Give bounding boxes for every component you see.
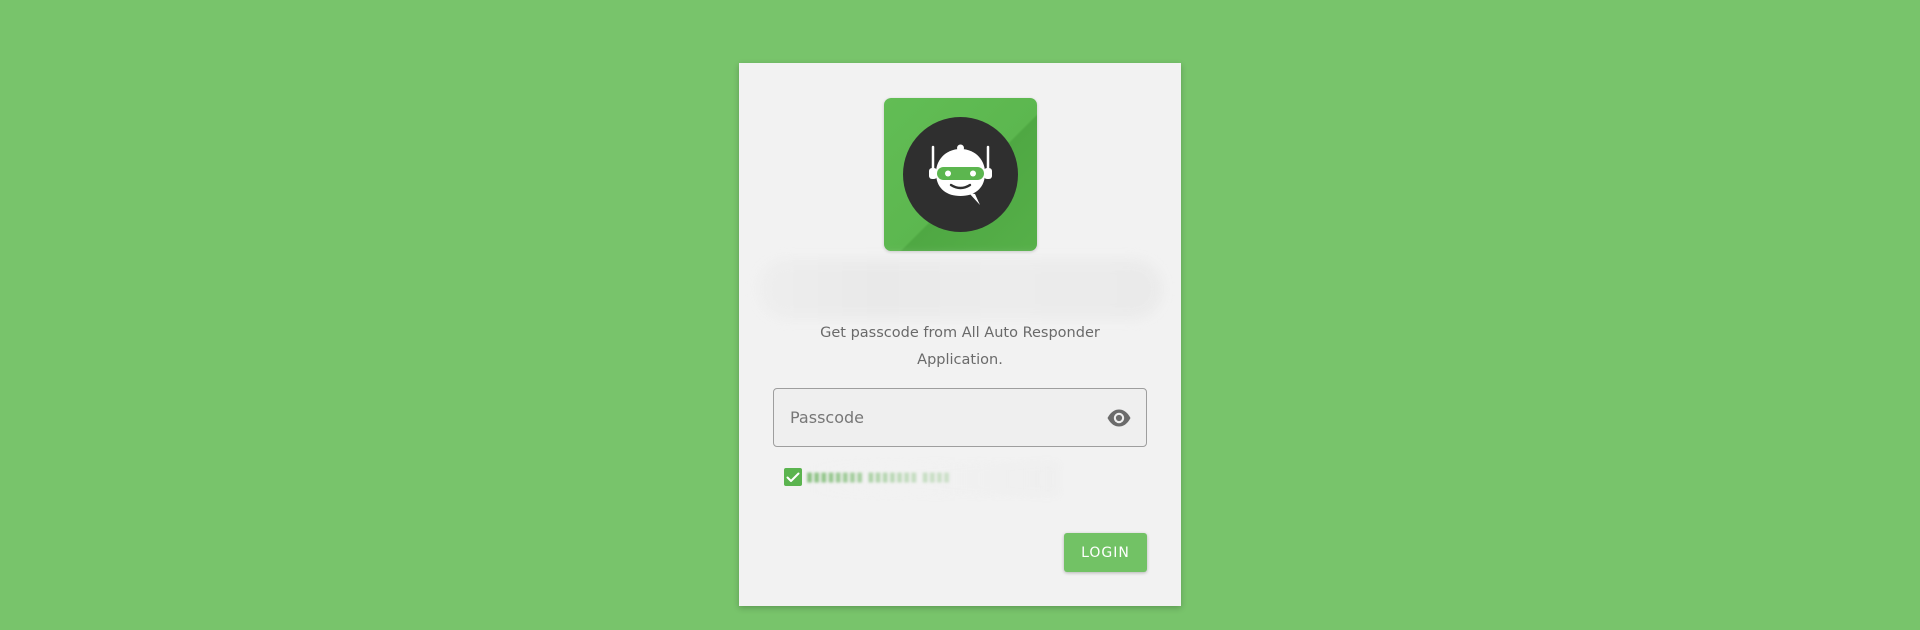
login-card: Get passcode from All Auto Responder App… (739, 63, 1181, 606)
robot-chat-icon (903, 117, 1018, 232)
remember-checkbox[interactable] (784, 468, 802, 486)
checkmark-icon (786, 472, 800, 482)
blurred-banner (757, 259, 1163, 319)
login-button[interactable]: LOGIN (1064, 533, 1147, 572)
passcode-input[interactable] (774, 389, 1094, 446)
remember-row[interactable]: ▮▮▮▮▮▮▮▮ ▮▮▮▮▮▮▮ ▮▮▮▮ (784, 467, 950, 487)
app-logo (884, 98, 1037, 251)
passcode-field[interactable] (773, 388, 1147, 447)
remember-label: ▮▮▮▮▮▮▮▮ ▮▮▮▮▮▮▮ ▮▮▮▮ (806, 469, 951, 485)
passcode-hint: Get passcode from All Auto Responder App… (820, 325, 1100, 368)
eye-icon[interactable] (1106, 406, 1132, 430)
